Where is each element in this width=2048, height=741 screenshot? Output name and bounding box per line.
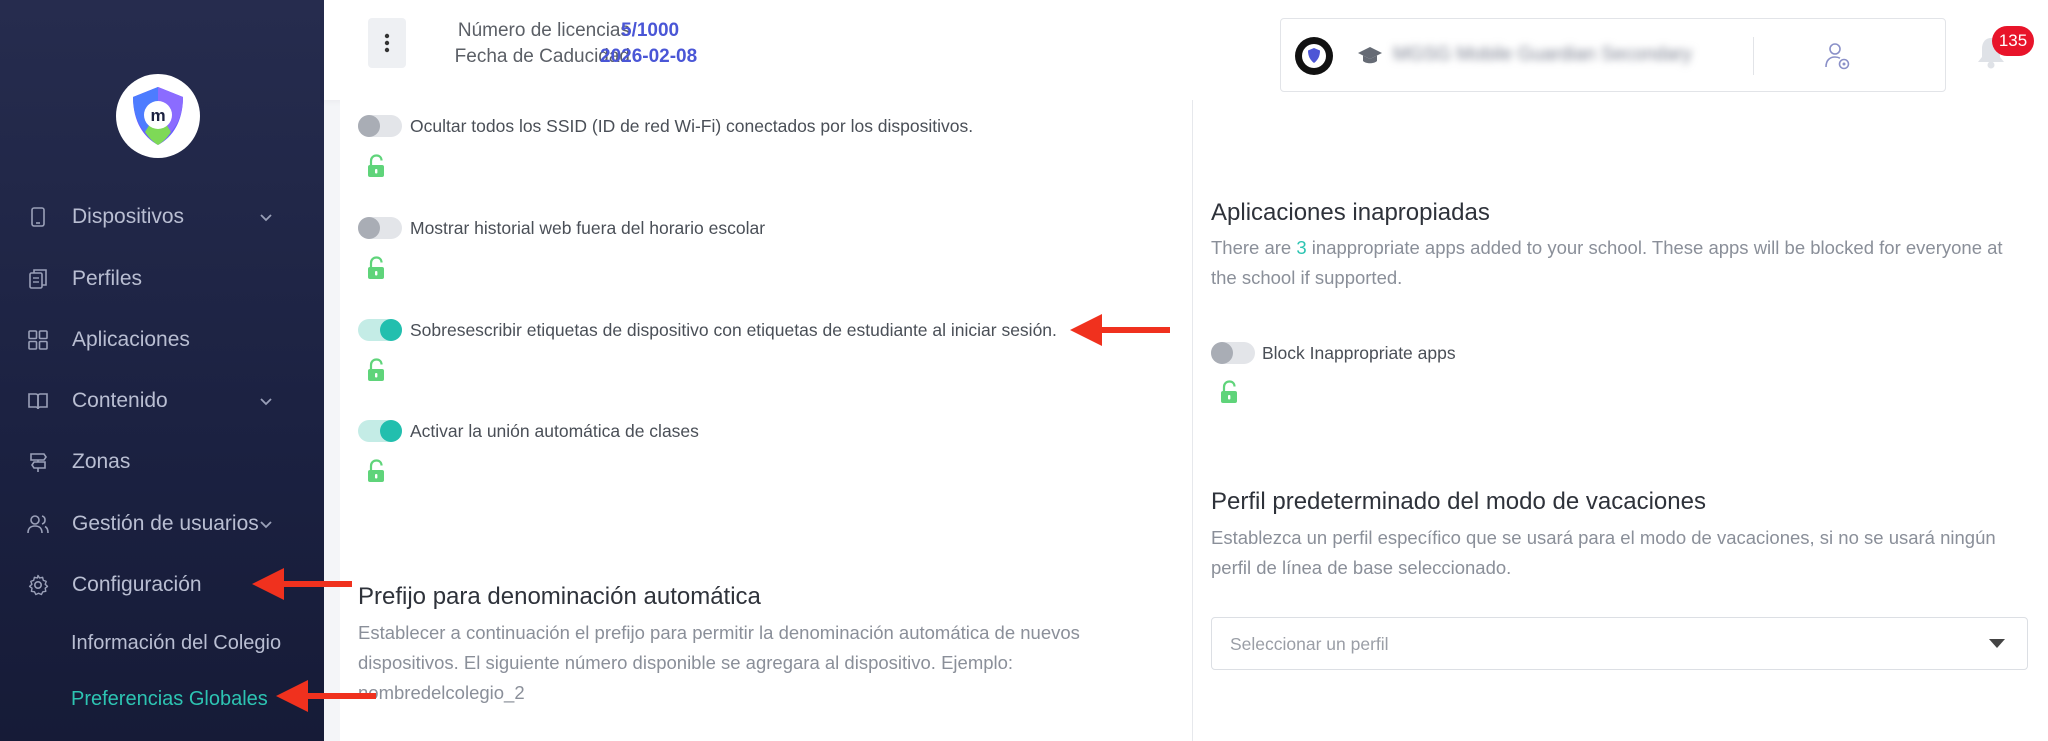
- toggle-overwrite-device-tags[interactable]: [358, 319, 402, 341]
- profile-select[interactable]: Seleccionar un perfil: [1211, 617, 2028, 670]
- prefix-section-title: Prefijo para denominación automática: [358, 583, 761, 610]
- app-logo[interactable]: m: [116, 74, 200, 158]
- top-header: Número de licencias 5/1000 Fecha de Cadu…: [324, 0, 2048, 100]
- unlocked-padlock-icon[interactable]: [366, 358, 386, 382]
- sidebar-item-label: Configuración: [72, 573, 202, 596]
- svg-text:m: m: [150, 106, 165, 125]
- toggle-block-inappropriate-apps[interactable]: [1211, 342, 1255, 364]
- sidebar-item-label: Dispositivos: [72, 205, 185, 228]
- chevron-down-icon: [260, 214, 272, 222]
- sidebar-item-zonas[interactable]: Zonas: [0, 442, 324, 482]
- tablet-icon: [31, 207, 45, 227]
- more-options-button[interactable]: [368, 18, 406, 68]
- licenses-label: Número de licencias: [457, 20, 630, 41]
- description-text: inappropriate apps added to your school.…: [1211, 237, 2003, 288]
- sidebar-item-label: Contenido: [72, 389, 168, 412]
- apps-grid-icon: [28, 330, 48, 350]
- option-label: Activar la unión automática de clases: [410, 421, 699, 441]
- option-label: Mostrar historial web fuera del horario …: [410, 218, 766, 238]
- vacation-profile-description: Establezca un perfil específico que se u…: [1211, 527, 1996, 578]
- sidebar-item-aplicaciones[interactable]: Aplicaciones: [0, 320, 324, 360]
- toggle-knob: [358, 115, 380, 137]
- sidebar-item-gestion-usuarios[interactable]: Gestión de usuarios: [0, 504, 324, 544]
- sidebar-item-label: Aplicaciones: [72, 328, 190, 351]
- toggle-web-history[interactable]: [358, 217, 402, 239]
- mobile-guardian-logo-icon: m: [133, 87, 183, 145]
- kebab-menu-icon: [384, 33, 390, 53]
- graduation-cap-icon: [1358, 47, 1382, 64]
- licenses-value: 5/1000: [621, 20, 680, 41]
- expiry-label: Fecha de Caducidad: [454, 46, 630, 67]
- unlocked-padlock-icon[interactable]: [366, 459, 386, 483]
- toggle-knob: [380, 420, 402, 442]
- sidebar-item-perfiles[interactable]: Perfiles: [0, 259, 324, 299]
- shield-icon: [1302, 44, 1326, 68]
- sidebar-item-label: Zonas: [72, 450, 131, 473]
- annotation-arrow-icon: [252, 568, 352, 600]
- unlocked-padlock-icon[interactable]: [366, 154, 386, 178]
- chevron-down-icon: [260, 398, 272, 406]
- sidebar-item-contenido[interactable]: Contenido: [0, 381, 324, 421]
- sidebar-subitem-informacion-colegio[interactable]: Información del Colegio: [71, 632, 281, 655]
- inappropriate-apps-description: There are 3 inappropriate apps added to …: [1211, 233, 2031, 293]
- user-settings-icon[interactable]: [1823, 41, 1853, 73]
- school-selector[interactable]: MGSG Mobile Guardian Secondary: [1280, 18, 1946, 92]
- select-placeholder: Seleccionar un perfil: [1230, 634, 1389, 654]
- notification-badge: 135: [1992, 26, 2034, 56]
- prefix-section-description: Establecer a continuación el prefijo par…: [358, 622, 1080, 703]
- chevron-down-icon: [260, 521, 272, 529]
- gear-icon: [28, 574, 49, 596]
- option-label: Block Inappropriate apps: [1262, 343, 1456, 363]
- option-label: Ocultar todos los SSID (ID de red Wi-Fi)…: [410, 116, 974, 136]
- expiry-value: 2026-02-08: [600, 46, 698, 67]
- school-name: MGSG Mobile Guardian Secondary: [1393, 44, 1692, 65]
- caret-down-icon: [1989, 639, 2005, 648]
- toggle-knob: [358, 217, 380, 239]
- inappropriate-apps-title: Aplicaciones inapropiadas: [1211, 199, 1490, 226]
- annotation-arrow-icon: [276, 680, 376, 712]
- sidebar-subitem-preferencias-globales[interactable]: Preferencias Globales: [71, 688, 268, 711]
- description-text: There are: [1211, 237, 1297, 258]
- school-logo: [1295, 37, 1333, 75]
- sidebar-item-label: Perfiles: [72, 267, 143, 290]
- divider: [1753, 37, 1754, 75]
- annotation-arrow-icon: [1070, 314, 1170, 346]
- sidebar-item-dispositivos[interactable]: Dispositivos: [0, 197, 324, 237]
- option-label: Sobresescribir etiquetas de dispositivo …: [410, 320, 1057, 340]
- toggle-knob: [380, 319, 402, 341]
- signpost-icon: [30, 453, 47, 472]
- profiles-icon: [29, 269, 47, 289]
- sidebar-item-label: Gestión de usuarios: [72, 512, 259, 535]
- vacation-profile-title: Perfil predeterminado del modo de vacaci…: [1211, 488, 1706, 515]
- book-icon: [28, 393, 48, 410]
- toggle-auto-join-classes[interactable]: [358, 420, 402, 442]
- toggle-knob: [1211, 342, 1233, 364]
- users-icon: [27, 515, 49, 534]
- unlocked-padlock-icon[interactable]: [1219, 380, 1239, 404]
- unlocked-padlock-icon[interactable]: [366, 256, 386, 280]
- toggle-hide-ssid[interactable]: [358, 115, 402, 137]
- sidebar: m Dispositivos Perfiles Aplicaciones Con…: [0, 0, 324, 741]
- inappropriate-apps-count: 3: [1296, 237, 1307, 258]
